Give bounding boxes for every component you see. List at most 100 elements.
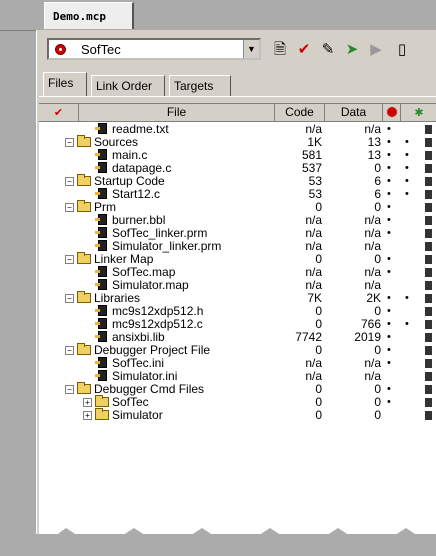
touch-icon[interactable] <box>425 216 432 225</box>
touch-icon[interactable] <box>425 320 432 329</box>
touch-icon[interactable] <box>425 333 432 342</box>
touch-icon[interactable] <box>425 359 432 368</box>
target-mark[interactable]: • <box>387 149 391 162</box>
file-icon <box>95 266 107 277</box>
target-mark[interactable]: • <box>387 253 391 266</box>
folder-row[interactable]: + Simulator 0 0 <box>39 408 436 422</box>
tab-link-order[interactable]: Link Order <box>91 75 165 96</box>
touch-icon[interactable] <box>425 372 432 381</box>
touch-icon[interactable] <box>425 203 432 212</box>
touch-icon[interactable] <box>425 229 432 238</box>
target-mark[interactable]: • <box>387 123 391 136</box>
collapse-icon[interactable]: − <box>65 385 74 394</box>
target-mark[interactable]: • <box>387 201 391 214</box>
collapse-icon[interactable]: − <box>65 346 74 355</box>
file-icon <box>95 123 107 134</box>
row-data: 2019 <box>354 330 381 344</box>
target-mark[interactable]: • <box>387 331 391 344</box>
expand-icon[interactable]: + <box>83 398 92 407</box>
target-status-icon <box>55 44 66 55</box>
touch-icon[interactable] <box>425 398 432 407</box>
touch-icon[interactable] <box>425 268 432 277</box>
target-mark[interactable]: • <box>387 318 391 331</box>
touch-icon[interactable] <box>425 346 432 355</box>
target-mark[interactable]: • <box>387 292 391 305</box>
touch-icon[interactable] <box>425 385 432 394</box>
make-icon[interactable]: ➤ <box>341 38 363 60</box>
file-icon <box>95 227 107 238</box>
target-mark[interactable]: • <box>387 357 391 370</box>
target-mark[interactable]: • <box>387 188 391 201</box>
debug-mark[interactable]: • <box>405 175 409 188</box>
debug-mark[interactable]: • <box>405 136 409 149</box>
settings-icon[interactable]: 🗎 <box>269 38 291 60</box>
file-icon <box>95 279 107 290</box>
document-tab-strip: Demo.mcp <box>0 0 436 31</box>
file-icon <box>95 370 107 381</box>
row-code: 0 <box>315 408 322 422</box>
touch-icon[interactable] <box>425 125 432 134</box>
header-target[interactable] <box>383 104 401 121</box>
debug-mark[interactable]: • <box>405 318 409 331</box>
debug-mark[interactable]: • <box>405 292 409 305</box>
touch-icon[interactable] <box>425 242 432 251</box>
touch-icon[interactable] <box>425 281 432 290</box>
touch-icon[interactable] <box>425 164 432 173</box>
file-icon <box>95 214 107 225</box>
collapse-icon[interactable]: − <box>65 255 74 264</box>
target-mark[interactable]: • <box>387 136 391 149</box>
collapse-icon[interactable]: − <box>65 177 74 186</box>
target-mark[interactable]: • <box>387 175 391 188</box>
touch-icon[interactable] <box>425 294 432 303</box>
target-mark[interactable]: • <box>387 227 391 240</box>
target-mark[interactable]: • <box>387 344 391 357</box>
folder-icon <box>77 382 91 394</box>
target-mark[interactable]: • <box>387 383 391 396</box>
chevron-down-icon[interactable]: ▼ <box>243 40 259 58</box>
target-select-value: SofTec <box>81 42 121 57</box>
header-check[interactable]: ✔ <box>39 104 79 121</box>
check-icon[interactable]: ✔ <box>293 38 315 60</box>
target-mark[interactable]: • <box>387 305 391 318</box>
header-debug[interactable]: ✱ <box>401 104 436 121</box>
header-file[interactable]: File <box>79 104 275 121</box>
row-data: 0 <box>374 395 381 409</box>
touch-icon[interactable] <box>425 151 432 160</box>
debug-mark[interactable]: • <box>405 149 409 162</box>
touch-icon[interactable] <box>425 411 432 420</box>
debug-icon[interactable]: ▶ <box>365 38 387 60</box>
touch-icon[interactable] <box>425 307 432 316</box>
header-code[interactable]: Code <box>275 104 325 121</box>
folder-icon <box>77 343 91 355</box>
folder-icon <box>77 291 91 303</box>
collapse-icon[interactable]: − <box>65 294 74 303</box>
touch-icon[interactable] <box>425 138 432 147</box>
collapse-icon[interactable]: − <box>65 138 74 147</box>
file-list: ✔ File Code Data ✱ readme.txt n/a n/a • − Sou… <box>39 103 436 534</box>
tab-divider <box>39 96 436 97</box>
project-panel: SofTec ▼ 🗎 ✔ ✎ ➤ ▶ ▯ Files Link Order Ta… <box>36 30 436 534</box>
document-tab-demo-mcp[interactable]: Demo.mcp <box>44 2 134 29</box>
tab-targets[interactable]: Targets <box>169 75 231 96</box>
sync-icon[interactable]: ✎ <box>317 38 339 60</box>
bug-icon: ✱ <box>414 107 424 119</box>
folder-icon <box>77 135 91 147</box>
folder-icon <box>95 395 109 407</box>
target-mark[interactable]: • <box>387 266 391 279</box>
expand-icon[interactable]: + <box>83 411 92 420</box>
row-data: 13 <box>367 148 381 162</box>
target-mark[interactable]: • <box>387 214 391 227</box>
target-mark[interactable]: • <box>387 396 391 409</box>
row-name: Debugger Cmd Files <box>94 382 205 396</box>
debug-mark[interactable]: • <box>405 162 409 175</box>
tab-files[interactable]: Files <box>43 72 87 96</box>
touch-icon[interactable] <box>425 255 432 264</box>
touch-icon[interactable] <box>425 177 432 186</box>
target-select[interactable]: SofTec ▼ <box>47 38 261 60</box>
more-icon[interactable]: ▯ <box>391 38 413 60</box>
header-data[interactable]: Data <box>325 104 383 121</box>
touch-icon[interactable] <box>425 190 432 199</box>
target-mark[interactable]: • <box>387 162 391 175</box>
collapse-icon[interactable]: − <box>65 203 74 212</box>
debug-mark[interactable]: • <box>405 188 409 201</box>
